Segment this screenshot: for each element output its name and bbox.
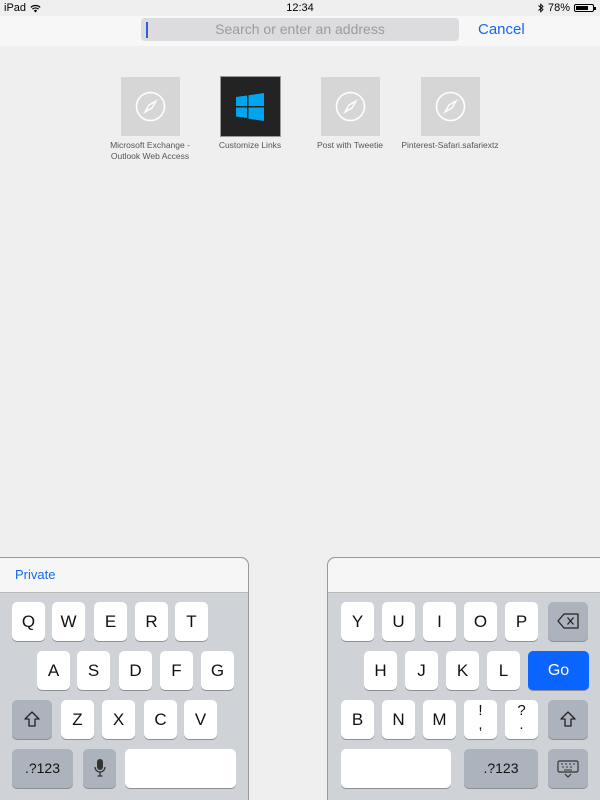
shift-icon: [24, 711, 40, 727]
keyboard-icon: [557, 760, 579, 778]
key-d[interactable]: D: [119, 651, 152, 690]
favorite-tile[interactable]: [219, 76, 281, 137]
key-j[interactable]: J: [405, 651, 438, 690]
go-button[interactable]: Go: [528, 651, 589, 690]
key-v[interactable]: V: [184, 700, 217, 739]
key-f[interactable]: F: [160, 651, 193, 690]
favorite-tile[interactable]: [420, 77, 480, 136]
key-o[interactable]: O: [464, 602, 497, 641]
numbers-key-left[interactable]: .?123: [12, 749, 73, 788]
space-key-left[interactable]: [125, 749, 236, 788]
windows-logo-icon: [235, 93, 264, 121]
favorite-label: Post with Tweetie: [317, 140, 383, 150]
favorite-item[interactable]: Microsoft Exchange - Outlook Web Access: [100, 77, 200, 162]
private-button[interactable]: Private: [15, 567, 55, 582]
key-comma-label: ,: [478, 716, 483, 733]
delete-key[interactable]: [548, 602, 588, 641]
compass-icon: [335, 91, 365, 122]
key-e[interactable]: E: [94, 602, 127, 641]
bluetooth-icon: [538, 3, 544, 13]
key-q[interactable]: Q: [12, 602, 45, 641]
key-r[interactable]: R: [135, 602, 168, 641]
favorite-label: Customize Links: [218, 140, 282, 150]
key-h[interactable]: H: [364, 651, 397, 690]
key-c[interactable]: C: [144, 700, 177, 739]
keyboard-right-header: [328, 558, 600, 593]
favorite-label: Pinterest-Safari.safariextz: [401, 140, 499, 150]
status-bar: iPad 12:34 78%: [0, 0, 600, 16]
status-time: 12:34: [286, 2, 314, 14]
key-a[interactable]: A: [37, 651, 70, 690]
compass-icon: [135, 91, 165, 122]
key-n[interactable]: N: [382, 700, 415, 739]
key-x[interactable]: X: [102, 700, 135, 739]
favorite-item[interactable]: Post with Tweetie: [300, 77, 400, 151]
key-g[interactable]: G: [201, 651, 234, 690]
key-m[interactable]: M: [423, 700, 456, 739]
keyboard-left-header: Private: [0, 558, 248, 593]
key-i[interactable]: I: [423, 602, 456, 641]
favorite-item[interactable]: Customize Links: [200, 76, 300, 151]
key-exclamation-comma[interactable]: ! ,: [464, 700, 497, 739]
key-w[interactable]: W: [52, 602, 85, 641]
backspace-icon: [557, 613, 579, 629]
dictation-key[interactable]: [83, 749, 116, 788]
key-k[interactable]: K: [446, 651, 479, 690]
favorite-item[interactable]: Pinterest-Safari.safariextz: [400, 77, 500, 151]
keyboard-right-half: Y U I O P H J K L Go B N M ! , ? . .?123: [327, 557, 600, 800]
status-right: 78%: [538, 0, 596, 16]
key-t[interactable]: T: [175, 602, 208, 641]
compass-icon: [435, 91, 465, 122]
shift-icon: [560, 711, 576, 727]
shift-key-right[interactable]: [548, 700, 588, 739]
favorite-tile[interactable]: [120, 77, 180, 136]
hide-keyboard-key[interactable]: [548, 749, 588, 788]
key-period-label: .: [519, 716, 524, 733]
key-l[interactable]: L: [487, 651, 520, 690]
key-b[interactable]: B: [341, 700, 374, 739]
key-u[interactable]: U: [382, 602, 415, 641]
keyboard-left-half: Private Q W E R T A S D F G Z X C V .?12…: [0, 557, 249, 800]
search-placeholder: Search or enter an address: [215, 21, 385, 37]
key-question-period[interactable]: ? .: [505, 700, 538, 739]
favorite-tile[interactable]: [320, 77, 380, 136]
battery-icon: [574, 4, 596, 12]
key-y[interactable]: Y: [341, 602, 374, 641]
key-z[interactable]: Z: [61, 700, 94, 739]
space-key-right[interactable]: [341, 749, 451, 788]
text-caret: [146, 22, 148, 38]
numbers-key-right[interactable]: .?123: [464, 749, 538, 788]
cancel-button[interactable]: Cancel: [478, 19, 525, 41]
key-s[interactable]: S: [77, 651, 110, 690]
microphone-icon: [93, 759, 106, 777]
search-input[interactable]: Search or enter an address: [141, 18, 459, 41]
battery-percent: 78%: [547, 2, 570, 14]
favorite-label: Microsoft Exchange - Outlook Web Access: [110, 140, 190, 161]
key-p[interactable]: P: [505, 602, 538, 641]
shift-key-left[interactable]: [12, 700, 52, 739]
